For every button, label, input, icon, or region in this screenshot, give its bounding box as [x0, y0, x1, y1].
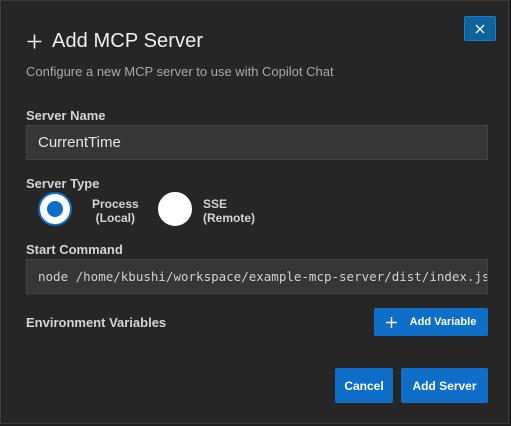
- process-option-subtitle: (Local): [95, 211, 136, 225]
- server-type-label: Server Type: [26, 176, 100, 191]
- dialog-subtitle: Configure a new MCP server to use with C…: [26, 64, 334, 79]
- add-variable-button[interactable]: Add Variable: [374, 308, 488, 336]
- close-icon: [475, 24, 485, 33]
- environment-variables-label: Environment Variables: [26, 315, 167, 330]
- cancel-button[interactable]: Cancel: [335, 368, 393, 403]
- plus-icon: [385, 316, 397, 328]
- sse-option-title: SSE: [203, 197, 228, 211]
- server-name-input[interactable]: CurrentTime: [26, 125, 488, 160]
- add-variable-label: Add Variable: [409, 316, 477, 328]
- dialog-title: Add MCP Server: [52, 29, 204, 52]
- process-option-title: Process: [92, 197, 139, 211]
- server-name-label: Server Name: [26, 108, 106, 123]
- sse-option-subtitle: (Remote): [203, 211, 256, 225]
- add-server-button[interactable]: Add Server: [401, 368, 488, 403]
- start-command-input[interactable]: node /home/kbushi/workspace/example-mcp-…: [26, 259, 488, 294]
- plus-icon: [27, 34, 42, 48]
- start-command-label: Start Command: [26, 242, 123, 257]
- server-type-process-label[interactable]: Process (Local): [92, 197, 139, 225]
- server-type-sse-radio[interactable]: [158, 192, 192, 226]
- dialog-header: Add MCP Server: [27, 28, 203, 54]
- add-mcp-server-dialog: Add MCP Server Configure a new MCP serve…: [0, 0, 509, 424]
- server-type-process-radio[interactable]: [38, 192, 72, 226]
- close-button[interactable]: [464, 16, 496, 41]
- server-type-sse-label[interactable]: SSE (Remote): [203, 197, 255, 225]
